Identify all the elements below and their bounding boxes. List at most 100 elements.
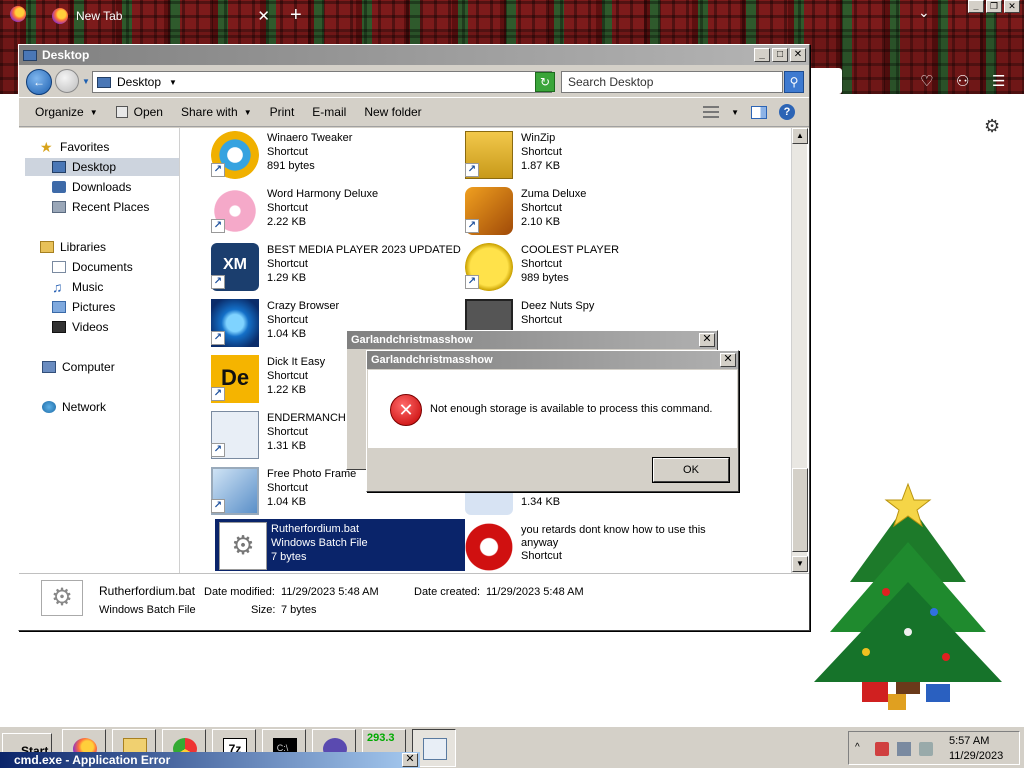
nav-recent-places[interactable]: Recent Places <box>52 198 149 216</box>
browser-window-controls: _ ❐ ✕ <box>968 0 1020 13</box>
nav-documents[interactable]: Documents <box>52 258 133 276</box>
organize-button[interactable]: Organize ▼ <box>35 105 98 119</box>
file-item-winzip[interactable]: ↗ WinZip Shortcut 1.87 KB <box>451 128 701 180</box>
close-button[interactable]: ✕ <box>1004 0 1020 13</box>
history-dropdown-icon[interactable]: ▼ <box>82 77 90 86</box>
extensions-icon[interactable]: ⚇ <box>956 72 969 90</box>
volume-icon[interactable] <box>919 742 933 756</box>
firefox-icon[interactable] <box>10 6 26 22</box>
close-icon[interactable]: ✕ <box>699 333 715 347</box>
nav-recent-places-label: Recent Places <box>72 200 150 214</box>
list-tabs-chevron-icon[interactable]: ⌄ <box>918 4 930 21</box>
nav-music[interactable]: ♫ Music <box>52 278 103 296</box>
browser-tab-bar: New Tab ✕ + ⌄ _ ❐ ✕ <box>0 0 1024 32</box>
maximize-button[interactable]: □ <box>772 48 788 62</box>
address-bar[interactable]: Desktop ▼ ▼ <box>92 71 552 93</box>
network-icon[interactable] <box>897 742 911 756</box>
file-name: Word Harmony Deluxe <box>267 188 379 200</box>
pictures-icon <box>52 301 66 313</box>
menu-icon[interactable]: ☰ <box>992 72 1005 90</box>
email-button[interactable]: E-mail <box>312 105 346 119</box>
nav-network[interactable]: Network <box>42 398 106 416</box>
help-icon[interactable]: ? <box>779 104 795 120</box>
nav-libraries[interactable]: Libraries <box>40 238 106 256</box>
close-tab-icon[interactable]: ✕ <box>257 7 270 25</box>
close-icon[interactable]: ✕ <box>720 353 736 367</box>
share-with-button[interactable]: Share with ▼ <box>181 105 252 119</box>
search-input[interactable]: Search Desktop <box>561 71 783 93</box>
nav-favorites[interactable]: ★ Favorites <box>40 138 109 156</box>
gear-icon[interactable]: ⚙ <box>984 116 1000 137</box>
file-item-you-retards[interactable]: you retards dont know how to use this an… <box>451 520 711 572</box>
pocket-icon[interactable]: ♡ <box>920 72 933 90</box>
restore-button[interactable]: ❐ <box>986 0 1002 13</box>
file-type: Shortcut <box>267 482 308 494</box>
christmas-tree-image <box>814 482 1002 710</box>
print-button[interactable]: Print <box>270 105 295 119</box>
new-folder-button[interactable]: New folder <box>364 105 421 119</box>
minimize-button[interactable]: _ <box>754 48 770 62</box>
change-view-icon[interactable] <box>703 106 720 118</box>
search-icon[interactable]: ⚲ <box>784 71 804 93</box>
file-type: Shortcut <box>521 314 562 326</box>
explorer-titlebar[interactable]: Desktop _ □ ✕ <box>19 45 809 65</box>
refresh-icon[interactable]: ↻ <box>535 72 555 92</box>
desktop-icon <box>52 161 66 173</box>
dialog-titlebar[interactable]: Garlandchristmasshow ✕ <box>367 351 738 369</box>
nav-desktop[interactable]: Desktop <box>25 158 179 176</box>
view-options-chevron-icon[interactable]: ▼ <box>731 108 739 117</box>
breadcrumb-chevron-icon[interactable]: ▼ <box>169 78 177 87</box>
file-item-word-harmony[interactable]: ↗ Word Harmony Deluxe Shortcut 2.22 KB <box>197 184 447 236</box>
preview-pane-icon[interactable] <box>751 105 767 119</box>
file-type: Shortcut <box>267 146 308 158</box>
error-dialog: Garlandchristmasshow ✕ ✕ Not enough stor… <box>366 350 739 492</box>
ok-button[interactable]: OK <box>652 457 730 483</box>
firefox-tab-icon <box>52 8 68 24</box>
file-name: COOLEST PLAYER <box>521 244 620 256</box>
downloads-icon <box>52 181 66 193</box>
navigation-pane: ★ Favorites Desktop Downloads Recent Pla… <box>22 128 180 573</box>
show-hidden-icons-icon[interactable]: ^ <box>855 742 869 756</box>
file-size: 1.34 KB <box>521 496 561 508</box>
file-size: 2.10 KB <box>521 216 561 228</box>
clock-date[interactable]: 11/29/2023 <box>949 750 1003 762</box>
nav-computer-label: Computer <box>62 360 115 374</box>
videos-icon <box>52 321 66 333</box>
nav-videos-label: Videos <box>72 320 109 334</box>
file-name: Zuma Deluxe <box>521 188 587 200</box>
file-size: 1.04 KB <box>267 328 307 340</box>
red-dragon-icon <box>465 523 513 571</box>
minimize-button[interactable]: _ <box>968 0 984 13</box>
back-arrow-icon[interactable]: ← <box>26 69 52 95</box>
clock-time[interactable]: 5:57 AM <box>949 735 989 747</box>
window-icon <box>423 738 447 760</box>
file-name: Winaero Tweaker <box>267 132 353 144</box>
nav-videos[interactable]: Videos <box>52 318 108 336</box>
share-with-label: Share with <box>180 105 238 119</box>
dialog-title: Garlandchristmasshow <box>371 354 493 366</box>
file-type: Shortcut <box>521 550 562 562</box>
file-name: Dick It Easy <box>267 356 326 368</box>
file-item-coolest-player[interactable]: ↗ COOLEST PLAYER Shortcut 989 bytes <box>451 240 701 292</box>
cmd-error-window-titlebar[interactable]: cmd.exe - Application Error ✕ <box>0 752 420 768</box>
file-item-winaero-tweaker[interactable]: ↗ Winaero Tweaker Shortcut 891 bytes <box>197 128 447 180</box>
close-button[interactable]: ✕ <box>790 48 806 62</box>
file-item-rutherfordium-bat[interactable]: ⚙ Rutherfordium.bat Windows Batch File 7… <box>215 519 465 571</box>
browser-tab-new-tab[interactable]: New Tab ✕ <box>40 0 280 32</box>
breadcrumb-desktop[interactable]: Desktop <box>117 75 161 89</box>
scroll-up-icon[interactable]: ▲ <box>792 128 808 144</box>
file-item-zuma-deluxe[interactable]: ↗ Zuma Deluxe Shortcut 2.10 KB <box>451 184 701 236</box>
file-item-best-media-player[interactable]: XM ↗ BEST MEDIA PLAYER 2023 UPDATED Shor… <box>197 240 461 292</box>
new-tab-button[interactable]: + <box>290 4 302 27</box>
file-type: Shortcut <box>267 202 308 214</box>
nav-pictures[interactable]: Pictures <box>52 298 115 316</box>
nav-downloads[interactable]: Downloads <box>52 178 131 196</box>
nav-computer[interactable]: Computer <box>42 358 115 376</box>
dialog-titlebar[interactable]: Garlandchristmasshow ✕ <box>347 331 717 349</box>
details-file-name: Rutherfordium.bat <box>99 584 196 598</box>
forward-arrow-icon[interactable] <box>55 69 79 93</box>
open-button[interactable]: Open <box>115 105 163 119</box>
close-icon[interactable]: ✕ <box>402 753 418 767</box>
action-center-icon[interactable] <box>875 742 889 756</box>
recent-places-icon <box>52 201 66 213</box>
